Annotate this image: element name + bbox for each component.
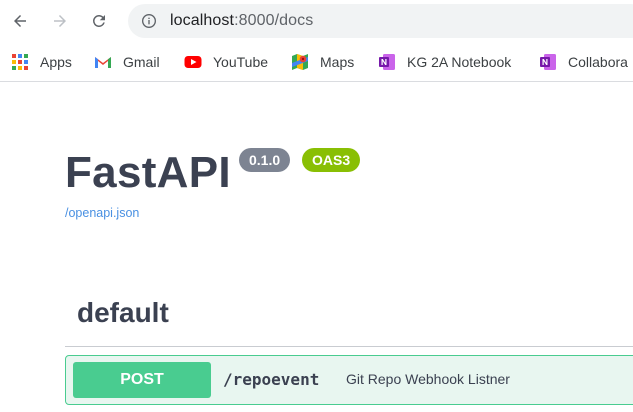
operation-summary: Git Repo Webhook Listner: [346, 371, 510, 387]
url-path: :8000/docs: [234, 12, 314, 29]
url-text: localhost:8000/docs: [170, 12, 313, 30]
bookmark-maps[interactable]: Maps: [291, 52, 354, 72]
arrow-right-icon: [54, 15, 66, 27]
version-badge: 0.1.0: [239, 148, 291, 172]
openapi-json-link[interactable]: /openapi.json: [65, 206, 139, 220]
tag-section-title[interactable]: default: [77, 297, 169, 329]
bookmark-label: Collabora: [568, 54, 628, 70]
apps-grid-icon: [12, 54, 28, 70]
bookmark-youtube[interactable]: YouTube: [184, 52, 268, 72]
maps-icon: [292, 54, 308, 70]
address-bar[interactable]: localhost:8000/docs: [128, 4, 633, 38]
bookmark-label: Apps: [40, 54, 72, 70]
reload-button[interactable]: [85, 7, 113, 35]
url-host: localhost: [170, 12, 235, 29]
gmail-icon: [95, 57, 111, 68]
bookmark-gmail[interactable]: Gmail: [94, 52, 160, 72]
bookmark-label: Maps: [320, 54, 355, 70]
operation-post-repoevent[interactable]: POST /repoevent Git Repo Webhook Listner: [65, 355, 633, 405]
youtube-icon: [184, 56, 202, 68]
bookmark-label: YouTube: [213, 54, 269, 70]
bookmark-apps[interactable]: Apps: [11, 52, 72, 72]
browser-toolbar: localhost:8000/docs: [0, 0, 633, 42]
bookmark-collabora[interactable]: Collabora: [539, 52, 628, 72]
bookmark-label: KG 2A Notebook: [407, 54, 512, 70]
oas-badge: OAS3: [302, 148, 361, 172]
section-divider: [65, 346, 633, 347]
forward-button[interactable]: [46, 7, 74, 35]
bookmarks-bar: Apps Gmail YouTube Maps KG 2A Notebook C…: [0, 42, 633, 82]
arrow-left-icon: [14, 15, 26, 27]
back-button[interactable]: [6, 7, 34, 35]
operation-path: /repoevent: [223, 370, 320, 389]
bookmark-label: Gmail: [123, 54, 160, 70]
method-badge: POST: [73, 362, 211, 398]
bookmark-kg-notebook[interactable]: KG 2A Notebook: [378, 52, 511, 72]
onenote-icon: [540, 54, 556, 70]
onenote-icon: [379, 54, 395, 70]
page-title: FastAPI: [65, 148, 231, 197]
info-icon[interactable]: [141, 13, 157, 29]
reload-icon: [92, 14, 105, 27]
